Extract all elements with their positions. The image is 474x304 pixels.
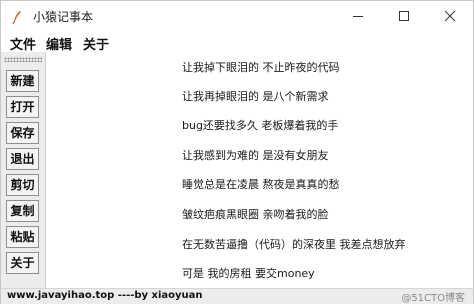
paste-button[interactable]: 粘贴 [6,226,39,248]
menu-edit[interactable]: 编辑 [46,34,72,53]
editor-line: 睡觉总是在凌晨 熬夜是真真的愁 [182,178,340,191]
close-icon [444,10,456,22]
exit-button[interactable]: 退出 [6,148,39,170]
about-button[interactable]: 关于 [6,252,39,274]
title-bar[interactable]: 小猿记事本 [1,1,473,31]
editor-text-area[interactable]: 让我掉下眼泪的 不止昨夜的代码 让我再掉眼泪的 是八个新需求 bug还要找多久 … [46,52,473,288]
new-button[interactable]: 新建 [6,70,39,92]
editor-line: 可是 我的房租 要交money [182,267,315,280]
editor-line: bug还要找多久 老板爆着我的手 [182,119,339,132]
maximize-icon [399,11,409,21]
editor-line: 让我感到为难的 是没有女朋友 [182,149,329,162]
status-text: www.javayihao.top ----by xiaoyuan [7,290,203,301]
menu-about[interactable]: 关于 [83,34,109,53]
menu-bar: 文件 编辑 关于 [1,31,473,53]
editor-line: 皱纹疤痕黑眼圈 亲吻着我的脸 [182,208,329,221]
close-button[interactable] [427,1,473,31]
copy-button[interactable]: 复制 [6,200,39,222]
status-bar: www.javayihao.top ----by xiaoyuan @51CTO… [1,288,473,304]
cut-button[interactable]: 剪切 [6,174,39,196]
side-toolbar: 新建 打开 保存 退出 剪切 复制 粘贴 关于 [1,52,46,288]
save-button[interactable]: 保存 [6,122,39,144]
notepad-window: 小猿记事本 文件 编辑 关于 新建 打开 保存 退出 剪切 复制 粘贴 关于 让… [0,0,474,304]
window-title: 小猿记事本 [33,10,94,24]
editor-line: 让我掉下眼泪的 不止昨夜的代码 [182,61,340,74]
maximize-button[interactable] [381,1,427,31]
watermark-text: @51CTO博客 [401,293,465,304]
menu-file[interactable]: 文件 [10,34,36,53]
minimize-icon [353,16,363,17]
open-button[interactable]: 打开 [6,96,39,118]
editor-line: 让我再掉眼泪的 是八个新需求 [182,90,329,103]
editor-line: 在无数苦逼撸（代码）的深夜里 我差点想放弃 [182,238,406,251]
feather-pen-icon [11,9,23,24]
toolbar-grip-handle[interactable] [4,57,42,62]
minimize-button[interactable] [335,1,381,31]
